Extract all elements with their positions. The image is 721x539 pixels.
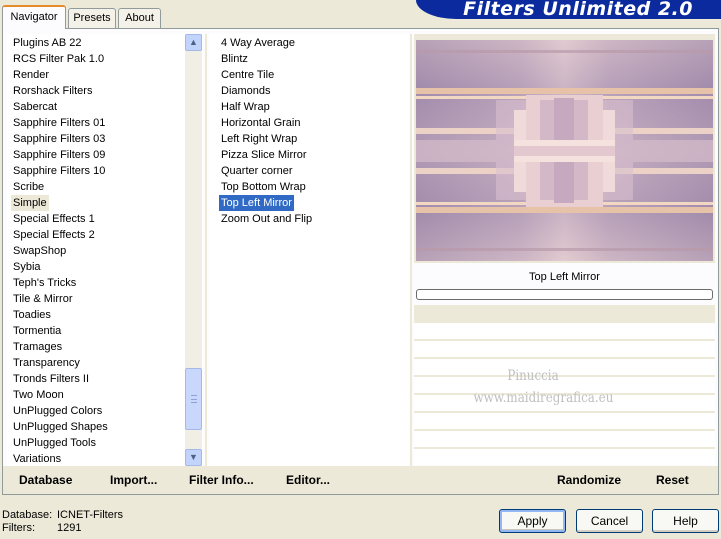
navigator-toolbar: Database Import... Filter Info... Editor… <box>3 466 718 494</box>
filter-item[interactable]: Quarter corner <box>219 163 295 179</box>
category-item[interactable]: Two Moon <box>11 387 66 403</box>
category-item[interactable]: Sapphire Filters 01 <box>11 115 107 131</box>
category-item[interactable]: Sapphire Filters 09 <box>11 147 107 163</box>
category-item[interactable]: Simple <box>11 195 49 211</box>
editor-button[interactable]: Editor... <box>286 473 330 487</box>
scroll-down-button[interactable]: ▼ <box>185 449 202 466</box>
category-item[interactable]: SwapShop <box>11 243 68 259</box>
filter-item[interactable]: Top Bottom Wrap <box>219 179 308 195</box>
filter-item[interactable]: Top Left Mirror <box>219 195 294 211</box>
category-list[interactable]: Plugins AB 22 RCS Filter Pak 1.0 Render Ror… <box>7 34 203 466</box>
app-title: Filters Unlimited 2.0 <box>463 0 693 19</box>
category-item[interactable]: Tronds Filters II <box>11 371 91 387</box>
category-item[interactable]: Teph's Tricks <box>11 275 78 291</box>
category-item[interactable]: Sybia <box>11 259 43 275</box>
category-item[interactable]: Plugins AB 22 <box>11 35 84 51</box>
database-button[interactable]: Database <box>19 473 72 487</box>
filter-item[interactable]: Blintz <box>219 51 250 67</box>
category-item[interactable]: Sabercat <box>11 99 59 115</box>
filter-list[interactable]: 4 Way Average Blintz Centre Tile Diamonds Ha… <box>209 34 409 466</box>
grip-icon <box>191 395 197 403</box>
category-item[interactable]: Render <box>11 67 51 83</box>
category-item[interactable]: Tramages <box>11 339 64 355</box>
watermark-name: Pinuccia <box>507 368 559 384</box>
watermark-url: www.maidiregrafica.eu <box>473 390 614 406</box>
filter-item[interactable]: Diamonds <box>219 83 273 99</box>
apply-button[interactable]: Apply <box>499 509 566 533</box>
parameter-row[interactable] <box>414 323 715 339</box>
category-item[interactable]: Special Effects 2 <box>11 227 97 243</box>
help-button[interactable]: Help <box>652 509 719 533</box>
status-filters: Filters: 1291 <box>2 522 81 535</box>
filter-item[interactable]: Pizza Slice Mirror <box>219 147 309 163</box>
category-item[interactable]: Rorshack Filters <box>11 83 94 99</box>
category-item[interactable]: UnPlugged Tools <box>11 435 98 451</box>
filter-item[interactable]: Centre Tile <box>219 67 276 83</box>
preview-image <box>416 40 713 261</box>
category-item[interactable]: Tormentia <box>11 323 63 339</box>
category-item[interactable]: Tile & Mirror <box>11 291 74 307</box>
status-filters-label: Filters: <box>2 522 35 534</box>
watermark: Pinuccia www.maidiregrafica.eu <box>473 365 614 409</box>
category-item[interactable]: Sapphire Filters 10 <box>11 163 107 179</box>
chevron-down-icon: ▼ <box>189 452 198 462</box>
category-item[interactable]: Transparency <box>11 355 82 371</box>
category-item[interactable]: UnPlugged Shapes <box>11 419 110 435</box>
category-scrollbar[interactable]: ▲ ▼ <box>185 34 202 466</box>
tab-about[interactable]: About <box>118 8 161 28</box>
category-item[interactable]: RCS Filter Pak 1.0 <box>11 51 106 67</box>
filter-item[interactable]: Left Right Wrap <box>219 131 299 147</box>
category-item[interactable]: Toadies <box>11 307 53 323</box>
status-database-label: Database: <box>2 509 53 521</box>
status-database-value: ICNET-Filters <box>57 509 123 521</box>
navigator-panel: Plugins AB 22 RCS Filter Pak 1.0 Render Ror… <box>2 28 719 495</box>
filter-item[interactable]: 4 Way Average <box>219 35 297 51</box>
filter-item[interactable]: Half Wrap <box>219 99 272 115</box>
category-item[interactable]: Scribe <box>11 179 46 195</box>
import-button[interactable]: Import... <box>110 473 157 487</box>
category-item[interactable]: Special Effects 1 <box>11 211 97 227</box>
filter-info-button[interactable]: Filter Info... <box>189 473 254 487</box>
chevron-up-icon: ▲ <box>189 37 198 47</box>
preview-frame <box>414 34 715 263</box>
category-item[interactable]: Sapphire Filters 03 <box>11 131 107 147</box>
category-item[interactable]: Variations <box>11 451 63 466</box>
category-item[interactable]: UnPlugged Colors <box>11 403 104 419</box>
progress-bar <box>416 289 713 300</box>
status-filters-value: 1291 <box>57 522 82 534</box>
tab-presets[interactable]: Presets <box>68 8 116 28</box>
randomize-button[interactable]: Randomize <box>557 473 621 487</box>
preview-filter-name: Top Left Mirror <box>529 271 600 283</box>
cancel-button[interactable]: Cancel <box>576 509 643 533</box>
parameter-row[interactable] <box>414 341 715 357</box>
scrollbar-thumb[interactable] <box>185 368 202 430</box>
scroll-up-button[interactable]: ▲ <box>185 34 202 51</box>
parameter-row[interactable] <box>414 413 715 429</box>
reset-button[interactable]: Reset <box>656 473 689 487</box>
divider <box>410 34 412 466</box>
filter-item[interactable]: Horizontal Grain <box>219 115 302 131</box>
parameter-row[interactable] <box>414 449 715 465</box>
tab-navigator[interactable]: Navigator <box>2 5 66 29</box>
divider <box>205 34 207 466</box>
parameter-row[interactable] <box>414 431 715 447</box>
status-database: Database: ICNET-Filters <box>2 509 123 522</box>
title-banner: Filters Unlimited 2.0 <box>416 0 721 19</box>
filter-item[interactable]: Zoom Out and Flip <box>219 211 314 227</box>
